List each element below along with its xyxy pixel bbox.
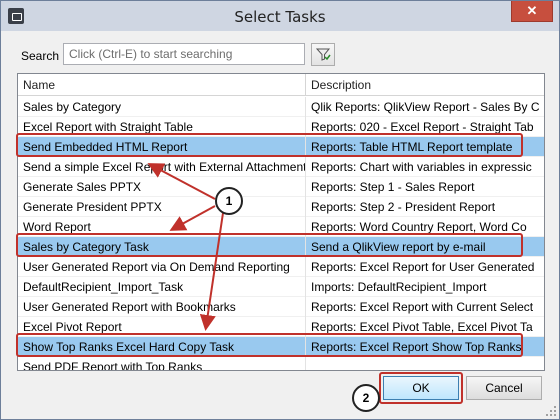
callout-arrows — [147, 163, 224, 331]
resize-grip-icon[interactable] — [545, 405, 557, 417]
ok-button[interactable]: OK — [383, 376, 459, 400]
callout-2: 2 — [352, 384, 380, 412]
cancel-button[interactable]: Cancel — [466, 376, 542, 400]
callout-1: 1 — [215, 187, 243, 215]
select-tasks-dialog: Select Tasks ✕ Search Name Description S… — [0, 0, 560, 420]
